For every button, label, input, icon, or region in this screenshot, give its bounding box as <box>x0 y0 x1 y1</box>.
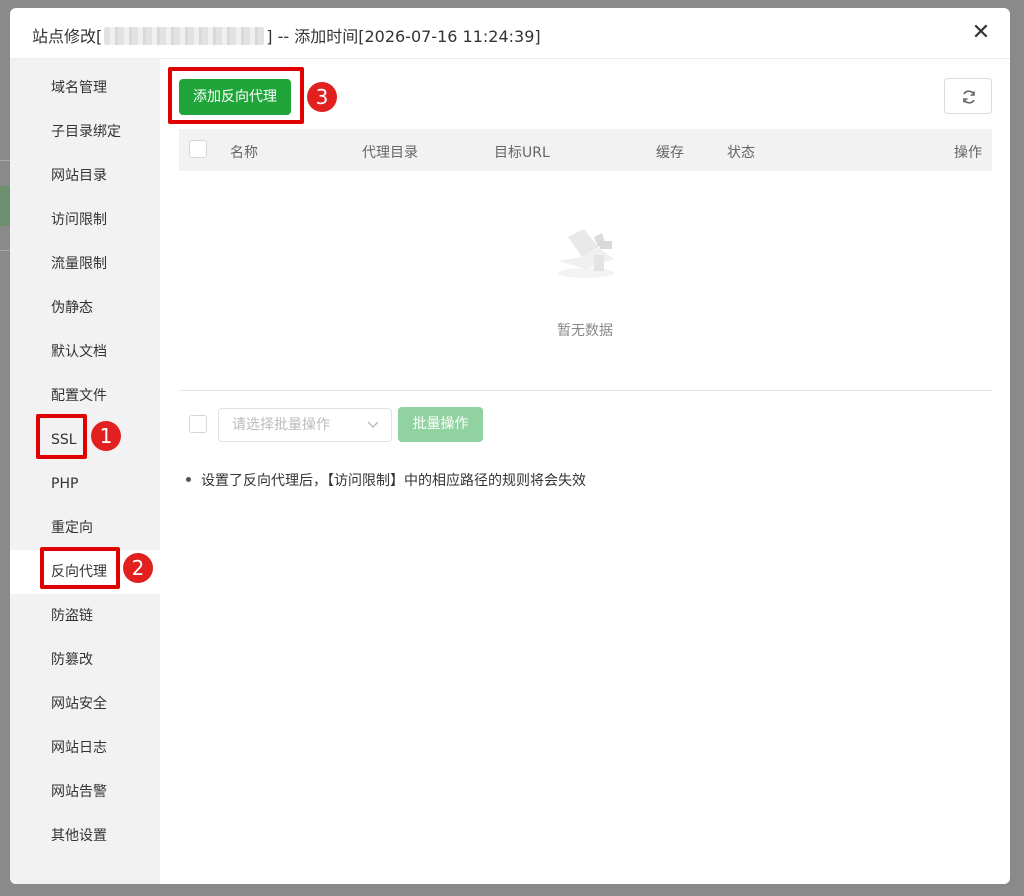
batch-select-checkbox[interactable] <box>189 415 207 433</box>
bullet-dot <box>186 477 191 482</box>
sidebar-item-site-log[interactable]: 网站日志 <box>10 726 160 770</box>
batch-action-button[interactable]: 批量操作 <box>398 407 483 442</box>
main-panel: 添加反向代理 3 名称 代理目录 目标URL 缓存 状态 操作 暂无数据 请选择… <box>160 59 1010 884</box>
sidebar-item-rewrite[interactable]: 伪静态 <box>10 286 160 330</box>
sidebar-item-subdir[interactable]: 子目录绑定 <box>10 110 160 154</box>
column-name: 名称 <box>230 145 258 161</box>
chevron-down-icon <box>367 421 379 428</box>
sidebar-item-site-dir[interactable]: 网站目录 <box>10 154 160 198</box>
column-proxy-dir: 代理目录 <box>362 145 418 161</box>
sidebar-item-domain[interactable]: 域名管理 <box>10 66 160 110</box>
close-button[interactable]: ✕ <box>970 22 992 44</box>
select-all-checkbox[interactable] <box>189 140 207 158</box>
redacted-domain <box>104 27 265 45</box>
add-reverse-proxy-button[interactable]: 添加反向代理 <box>179 79 291 115</box>
sidebar-item-hotlink[interactable]: 防盗链 <box>10 594 160 638</box>
site-edit-modal: 站点修改[ ] -- 添加时间[2026-07-16 11:24:39] ✕ 域名… <box>10 8 1010 884</box>
sidebar-item-default-doc[interactable]: 默认文档 <box>10 330 160 374</box>
title-prefix: 站点修改[ <box>32 27 103 46</box>
sidebar-item-tamper-proof[interactable]: 防篡改 <box>10 638 160 682</box>
batch-action-select[interactable]: 请选择批量操作 <box>218 408 392 442</box>
sidebar-item-ssl[interactable]: SSL <box>10 418 160 462</box>
sidebar-item-site-alert[interactable]: 网站告警 <box>10 770 160 814</box>
sidebar-item-site-security[interactable]: 网站安全 <box>10 682 160 726</box>
column-actions: 操作 <box>954 145 982 161</box>
annotation-badge-1: 1 <box>91 421 121 451</box>
refresh-icon <box>963 90 975 104</box>
table-header: 名称 代理目录 目标URL 缓存 状态 操作 <box>179 129 992 171</box>
sidebar: 域名管理 子目录绑定 网站目录 访问限制 流量限制 伪静态 默认文档 配置文件 … <box>10 59 160 884</box>
annotation-badge-3: 3 <box>307 82 337 112</box>
empty-data-icon <box>558 229 614 278</box>
title-suffix: ] -- 添加时间[2026-07-16 11:24:39] <box>266 27 541 46</box>
annotation-badge-2: 2 <box>123 553 153 583</box>
column-cache: 缓存 <box>656 145 684 161</box>
sidebar-item-access-limit[interactable]: 访问限制 <box>10 198 160 242</box>
batch-select-placeholder: 请选择批量操作 <box>232 417 330 433</box>
sidebar-item-other-settings[interactable]: 其他设置 <box>10 814 160 858</box>
column-target-url: 目标URL <box>494 145 550 161</box>
divider <box>179 390 992 391</box>
proxy-note: 设置了反向代理后，【访问限制】中的相应路径的规则将会失效 <box>186 470 586 490</box>
sidebar-item-php[interactable]: PHP <box>10 462 160 506</box>
refresh-button[interactable] <box>944 78 992 114</box>
empty-data-text: 暂无数据 <box>557 323 613 339</box>
modal-title: 站点修改[ ] -- 添加时间[2026-07-16 11:24:39] <box>32 23 541 47</box>
sidebar-item-redirect[interactable]: 重定向 <box>10 506 160 550</box>
column-status: 状态 <box>727 145 755 161</box>
proxy-note-text: 设置了反向代理后，【访问限制】中的相应路径的规则将会失效 <box>201 473 586 489</box>
sidebar-item-config[interactable]: 配置文件 <box>10 374 160 418</box>
sidebar-item-traffic-limit[interactable]: 流量限制 <box>10 242 160 286</box>
modal-header: 站点修改[ ] -- 添加时间[2026-07-16 11:24:39] ✕ <box>10 8 1010 59</box>
